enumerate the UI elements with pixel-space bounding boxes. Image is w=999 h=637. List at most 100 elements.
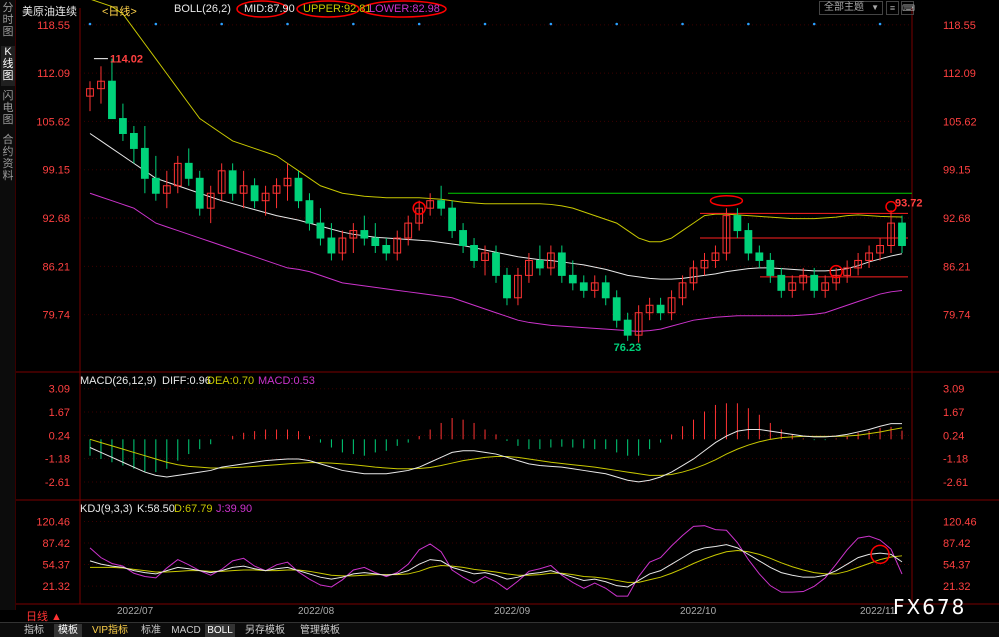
diff-line	[89, 423, 902, 483]
chevron-down-icon: ▼	[871, 3, 879, 12]
signal-dot	[352, 22, 355, 26]
high-annotation: 114.02	[110, 54, 143, 66]
candle-body	[535, 259, 544, 269]
tab-save-template[interactable]: 另存模板	[240, 624, 290, 637]
theme-select-label: 全部主题	[824, 2, 864, 13]
macd-axis-label-right: 3.09	[943, 384, 964, 396]
date-label: 2022/08	[298, 606, 335, 617]
signal-dot	[812, 22, 816, 26]
candle-body	[119, 118, 127, 134]
kdj-j-value: J:39.90	[216, 503, 252, 515]
candle-body	[294, 177, 303, 202]
macd-axis-label-left: 0.24	[49, 430, 70, 442]
kdj-axis-label-right: 87.42	[943, 538, 971, 550]
candle-body	[140, 147, 149, 179]
symbol-name: 美原油连续	[22, 6, 77, 18]
boll-upper-value: UPPER:92.81	[303, 3, 372, 15]
kdj-axis-label-left: 120.46	[36, 516, 70, 528]
candle-body	[305, 200, 314, 224]
period-tag: <日线>	[102, 6, 137, 18]
tab-manage-template[interactable]: 管理模板	[295, 624, 345, 637]
candle-body	[557, 252, 566, 276]
kdj-axis-label-right: 120.46	[943, 516, 977, 528]
candle-body	[568, 274, 577, 284]
kdj-axis-label-left: 54.37	[42, 560, 70, 572]
candle-body	[579, 282, 588, 291]
price-axis-label-left: 79.74	[42, 310, 70, 322]
candle-body	[250, 185, 259, 202]
candle-body	[228, 170, 237, 194]
candle-body	[184, 162, 193, 179]
price-axis-label-right: 79.74	[943, 310, 971, 322]
kdj-d-value: D:67.79	[174, 503, 213, 515]
candle-body	[810, 274, 819, 291]
candle-body	[459, 230, 467, 247]
signal-dot	[220, 22, 223, 26]
price-axis-label-right: 118.55	[943, 20, 976, 32]
candle-body	[492, 252, 500, 276]
candle-body	[382, 245, 391, 254]
candle-body	[371, 237, 380, 247]
macd-axis-label-left: -1.18	[45, 454, 70, 466]
tab-template[interactable]: 模板	[54, 624, 82, 637]
tab-macd[interactable]: MACD	[171, 624, 201, 637]
price-axis-label-left: 86.21	[42, 261, 70, 273]
price-axis-label-left: 118.55	[37, 20, 70, 32]
candle-body	[777, 274, 786, 291]
date-label: 2022/09	[494, 606, 531, 617]
signal-dot	[681, 22, 684, 26]
theme-select[interactable]: 全部主题 ▼	[819, 1, 883, 15]
macd-axis-label-right: -1.18	[943, 454, 968, 466]
menu-icon[interactable]: ≡	[886, 1, 899, 15]
signal-dot	[549, 22, 553, 26]
candle-body	[733, 215, 742, 232]
candle-body	[327, 237, 336, 254]
candle-body	[108, 80, 116, 120]
highlight-circle	[709, 194, 744, 207]
k-line	[89, 544, 903, 588]
keyboard-icon[interactable]: ⌨	[901, 1, 915, 15]
macd-title: MACD(26,12,9)	[80, 375, 156, 387]
highlight-circle	[870, 544, 890, 565]
candle-body	[755, 252, 764, 261]
macd-axis-label-right: 1.67	[943, 407, 964, 419]
macd-macd-value: MACD:0.53	[258, 375, 315, 387]
candle-body	[195, 177, 204, 209]
macd-axis-label-right: -2.61	[943, 477, 968, 489]
chart-area[interactable]: 118.55 118.55 112.09 112.09 105.62 105.62 99.1…	[0, 0, 999, 622]
candle-body	[766, 259, 775, 276]
signal-dot	[417, 22, 421, 26]
candle-body	[470, 245, 478, 261]
candle-body	[129, 132, 138, 149]
candle-body	[656, 304, 665, 314]
price-axis-label-right: 92.68	[943, 213, 971, 225]
macd-axis-label-right: 0.24	[943, 430, 964, 442]
price-axis-label-left: 105.62	[36, 116, 70, 128]
candle-body	[151, 177, 160, 194]
kdj-axis-label-right: 21.32	[943, 581, 971, 593]
candle-body	[744, 230, 753, 254]
candle-body	[448, 207, 457, 232]
kdj-axis-label-left: 87.42	[42, 538, 70, 550]
tab-boll[interactable]: BOLL	[205, 624, 235, 637]
tab-standard[interactable]: 标准	[137, 624, 165, 637]
tab-indicator[interactable]: 指标	[20, 624, 48, 637]
boll-upper-line	[91, 0, 903, 243]
price-axis-label-left: 99.15	[42, 165, 70, 177]
macd-axis-label-left: 1.67	[49, 407, 70, 419]
price-axis-label-left: 112.09	[37, 68, 70, 80]
signal-dot	[154, 22, 158, 26]
candle-body	[612, 297, 621, 321]
tab-vip-indicator[interactable]: VIP指标	[88, 624, 132, 637]
macd-dea-value: DEA:0.70	[207, 375, 254, 387]
signal-dot	[747, 22, 750, 26]
candle-body	[316, 222, 325, 239]
watermark-logo: FX678	[893, 595, 967, 619]
kdj-k-value: K:58.50	[137, 503, 175, 515]
signal-dot	[483, 22, 487, 26]
price-axis-label-right: 86.21	[943, 261, 971, 273]
kdj-axis-label-right: 54.37	[943, 560, 971, 572]
price-axis-label-right: 112.09	[943, 68, 976, 80]
recent-high-annotation: 93.72	[895, 197, 923, 209]
macd-axis-label-left: 3.09	[49, 384, 70, 396]
